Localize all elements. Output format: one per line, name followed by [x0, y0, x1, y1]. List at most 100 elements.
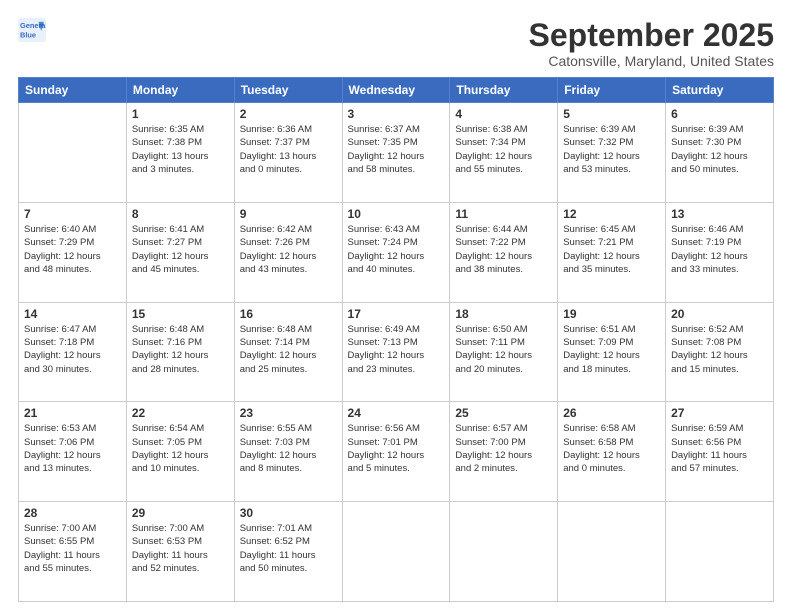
day-number: 15: [132, 307, 229, 321]
day-number: 9: [240, 207, 337, 221]
day-number: 7: [24, 207, 121, 221]
day-info: Sunrise: 6:39 AM Sunset: 7:32 PM Dayligh…: [563, 123, 660, 176]
calendar-cell: 15Sunrise: 6:48 AM Sunset: 7:16 PM Dayli…: [126, 302, 234, 402]
day-info: Sunrise: 6:57 AM Sunset: 7:00 PM Dayligh…: [455, 422, 552, 475]
day-number: 20: [671, 307, 768, 321]
calendar-cell: 3 Sunrise: 6:37 AM Sunset: 7:35 PM Daylig…: [342, 103, 450, 203]
day-info: Sunrise: 6:37 AM Sunset: 7:35 PM Dayligh…: [348, 123, 445, 176]
day-number: 29: [132, 506, 229, 520]
day-number: 27: [671, 406, 768, 420]
logo: General Blue: [18, 18, 46, 42]
day-info: Sunrise: 6:38 AM Sunset: 7:34 PM Dayligh…: [455, 123, 552, 176]
day-number: 28: [24, 506, 121, 520]
day-info: Sunrise: 6:48 AM Sunset: 7:14 PM Dayligh…: [240, 323, 337, 376]
day-info: Sunrise: 6:51 AM Sunset: 7:09 PM Dayligh…: [563, 323, 660, 376]
day-number: 4: [455, 107, 552, 121]
day-info: Sunrise: 6:36 AM Sunset: 7:37 PM Dayligh…: [240, 123, 337, 176]
day-number: 3: [348, 107, 445, 121]
weekday-header: Wednesday: [342, 78, 450, 103]
day-number: 12: [563, 207, 660, 221]
calendar-cell: 26 Sunrise: 6:58 AM Sunset: 6:58 PM Dayli…: [558, 402, 666, 502]
day-info: Sunrise: 6:39 AM Sunset: 7:30 PM Dayligh…: [671, 123, 768, 176]
day-info: Sunrise: 6:45 AM Sunset: 7:21 PM Dayligh…: [563, 223, 660, 276]
day-number: 13: [671, 207, 768, 221]
title-area: September 2025 Catonsville, Maryland, Un…: [529, 18, 774, 69]
day-info: Sunrise: 6:58 AM Sunset: 6:58 PM Dayligh…: [563, 422, 660, 475]
calendar-cell: 22 Sunrise: 6:54 AM Sunset: 7:05 PM Dayli…: [126, 402, 234, 502]
day-info: Sunrise: 6:59 AM Sunset: 6:56 PM Dayligh…: [671, 422, 768, 475]
day-info: Sunrise: 6:52 AM Sunset: 7:08 PM Dayligh…: [671, 323, 768, 376]
calendar-cell: 4 Sunrise: 6:38 AM Sunset: 7:34 PM Daylig…: [450, 103, 558, 203]
calendar-cell: 27 Sunrise: 6:59 AM Sunset: 6:56 PM Dayli…: [666, 402, 774, 502]
day-number: 16: [240, 307, 337, 321]
page: General Blue September 2025 Catonsville,…: [0, 0, 792, 612]
header: General Blue September 2025 Catonsville,…: [18, 18, 774, 69]
weekday-header: Thursday: [450, 78, 558, 103]
weekday-header: Sunday: [19, 78, 127, 103]
weekday-header: Monday: [126, 78, 234, 103]
calendar-week-row: 14 Sunrise: 6:47 AM Sunset: 7:18 PM Dayli…: [19, 302, 774, 402]
calendar-cell: 12 Sunrise: 6:45 AM Sunset: 7:21 PM Dayli…: [558, 202, 666, 302]
day-number: 17: [348, 307, 445, 321]
day-number: 11: [455, 207, 552, 221]
calendar-cell: 25 Sunrise: 6:57 AM Sunset: 7:00 PM Dayli…: [450, 402, 558, 502]
day-number: 18: [455, 307, 552, 321]
day-info: Sunrise: 6:42 AM Sunset: 7:26 PM Dayligh…: [240, 223, 337, 276]
day-number: 25: [455, 406, 552, 420]
calendar-cell: 16 Sunrise: 6:48 AM Sunset: 7:14 PM Dayli…: [234, 302, 342, 402]
month-title: September 2025: [529, 18, 774, 53]
calendar-cell: 14 Sunrise: 6:47 AM Sunset: 7:18 PM Dayli…: [19, 302, 127, 402]
day-info: Sunrise: 6:46 AM Sunset: 7:19 PM Dayligh…: [671, 223, 768, 276]
day-info: Sunrise: 6:55 AM Sunset: 7:03 PM Dayligh…: [240, 422, 337, 475]
calendar-cell: 11 Sunrise: 6:44 AM Sunset: 7:22 PM Dayli…: [450, 202, 558, 302]
day-info: Sunrise: 7:01 AM Sunset: 6:52 PM Dayligh…: [240, 522, 337, 575]
calendar-cell: 28 Sunrise: 7:00 AM Sunset: 6:55 PM Dayli…: [19, 502, 127, 602]
calendar-cell: 7 Sunrise: 6:40 AM Sunset: 7:29 PM Daylig…: [19, 202, 127, 302]
calendar-week-row: 1Sunrise: 6:35 AM Sunset: 7:38 PM Daylig…: [19, 103, 774, 203]
day-info: Sunrise: 6:49 AM Sunset: 7:13 PM Dayligh…: [348, 323, 445, 376]
calendar-cell: 30 Sunrise: 7:01 AM Sunset: 6:52 PM Dayli…: [234, 502, 342, 602]
calendar-cell: 23 Sunrise: 6:55 AM Sunset: 7:03 PM Dayli…: [234, 402, 342, 502]
day-number: 6: [671, 107, 768, 121]
day-number: 22: [132, 406, 229, 420]
day-info: Sunrise: 6:53 AM Sunset: 7:06 PM Dayligh…: [24, 422, 121, 475]
day-number: 19: [563, 307, 660, 321]
header-row: SundayMondayTuesdayWednesdayThursdayFrid…: [19, 78, 774, 103]
day-info: Sunrise: 6:40 AM Sunset: 7:29 PM Dayligh…: [24, 223, 121, 276]
weekday-header: Saturday: [666, 78, 774, 103]
day-number: 21: [24, 406, 121, 420]
calendar-cell: 17 Sunrise: 6:49 AM Sunset: 7:13 PM Dayli…: [342, 302, 450, 402]
calendar-cell: 13 Sunrise: 6:46 AM Sunset: 7:19 PM Dayli…: [666, 202, 774, 302]
calendar-cell: [666, 502, 774, 602]
calendar-cell: 8Sunrise: 6:41 AM Sunset: 7:27 PM Daylig…: [126, 202, 234, 302]
day-info: Sunrise: 6:44 AM Sunset: 7:22 PM Dayligh…: [455, 223, 552, 276]
calendar-cell: 18Sunrise: 6:50 AM Sunset: 7:11 PM Dayli…: [450, 302, 558, 402]
calendar-week-row: 28 Sunrise: 7:00 AM Sunset: 6:55 PM Dayli…: [19, 502, 774, 602]
day-info: Sunrise: 6:54 AM Sunset: 7:05 PM Dayligh…: [132, 422, 229, 475]
location: Catonsville, Maryland, United States: [529, 53, 774, 69]
calendar-cell: 29 Sunrise: 7:00 AM Sunset: 6:53 PM Dayli…: [126, 502, 234, 602]
day-number: 10: [348, 207, 445, 221]
calendar-cell: 10Sunrise: 6:43 AM Sunset: 7:24 PM Dayli…: [342, 202, 450, 302]
day-number: 30: [240, 506, 337, 520]
day-info: Sunrise: 7:00 AM Sunset: 6:55 PM Dayligh…: [24, 522, 121, 575]
calendar-cell: 20 Sunrise: 6:52 AM Sunset: 7:08 PM Dayli…: [666, 302, 774, 402]
day-number: 26: [563, 406, 660, 420]
calendar-cell: 2 Sunrise: 6:36 AM Sunset: 7:37 PM Daylig…: [234, 103, 342, 203]
calendar-cell: [342, 502, 450, 602]
calendar-cell: 6 Sunrise: 6:39 AM Sunset: 7:30 PM Daylig…: [666, 103, 774, 203]
logo-icon: General Blue: [18, 18, 46, 42]
weekday-header: Friday: [558, 78, 666, 103]
svg-text:Blue: Blue: [20, 30, 36, 39]
day-number: 24: [348, 406, 445, 420]
day-number: 23: [240, 406, 337, 420]
day-number: 14: [24, 307, 121, 321]
day-info: Sunrise: 7:00 AM Sunset: 6:53 PM Dayligh…: [132, 522, 229, 575]
calendar-cell: 9 Sunrise: 6:42 AM Sunset: 7:26 PM Daylig…: [234, 202, 342, 302]
calendar-cell: [558, 502, 666, 602]
day-info: Sunrise: 6:47 AM Sunset: 7:18 PM Dayligh…: [24, 323, 121, 376]
day-info: Sunrise: 6:41 AM Sunset: 7:27 PM Dayligh…: [132, 223, 229, 276]
day-number: 2: [240, 107, 337, 121]
calendar-cell: 1Sunrise: 6:35 AM Sunset: 7:38 PM Daylig…: [126, 103, 234, 203]
calendar-cell: [450, 502, 558, 602]
